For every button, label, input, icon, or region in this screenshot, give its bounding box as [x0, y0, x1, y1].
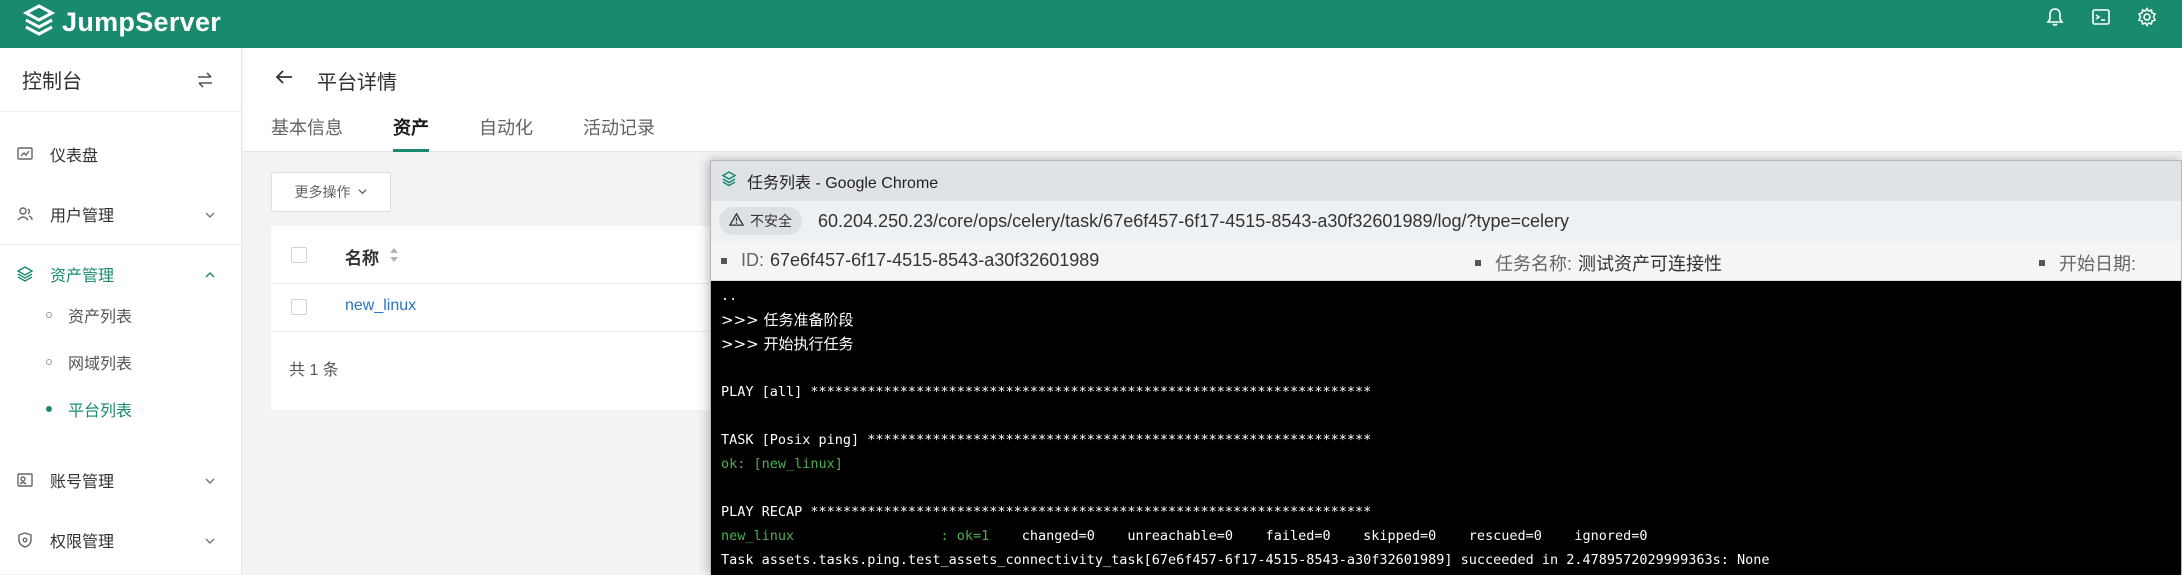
select-all-checkbox[interactable]	[291, 247, 307, 263]
log-line: Task assets.tasks.ping.test_assets_conne…	[721, 552, 1770, 568]
sidebar-subitem-label: 网域列表	[68, 356, 133, 373]
users-icon	[16, 205, 34, 223]
favicon-icon	[721, 170, 747, 192]
start-date-item: 开始日期:	[2039, 250, 2142, 276]
sort-icon[interactable]	[388, 246, 400, 264]
terminal-log: .. >>> 任务准备阶段 >>> 开始执行任务 PLAY [all] ****…	[711, 281, 2181, 575]
account-icon	[16, 471, 34, 489]
sidebar-item-label: 权限管理	[50, 534, 115, 551]
task-info-bar: ID: 67e6f457-6f17-4515-8543-a30f32601989…	[711, 241, 2181, 281]
address-bar: 不安全 60.204.250.23/core/ops/celery/task/6…	[711, 201, 2181, 241]
warning-icon	[728, 212, 745, 230]
recap-rest: changed=0 unreachable=0 failed=0 skipped…	[989, 528, 1648, 544]
layers-icon	[16, 265, 34, 283]
logo-icon	[22, 3, 56, 42]
bell-icon[interactable]	[2044, 6, 2066, 28]
terminal-icon[interactable]	[2090, 6, 2112, 28]
sidebar: 控制台 仪表盘 用户管理 资产管理 资产列表 网域列表 平台列表 账号管理 权限…	[0, 48, 242, 574]
asset-name-link[interactable]: new_linux	[345, 297, 416, 315]
chevron-up-icon	[204, 268, 216, 280]
page-header: 平台详情 基本信息 资产 自动化 活动记录	[243, 48, 2182, 152]
app-logo[interactable]: JumpServer	[22, 2, 221, 42]
task-id-value: 67e6f457-6f17-4515-8543-a30f32601989	[770, 250, 1100, 270]
sidebar-item-label: 资产管理	[50, 268, 115, 285]
tab-activity-log[interactable]: 活动记录	[583, 114, 655, 152]
task-name-value: 测试资产可连接性	[1578, 254, 1723, 274]
more-actions-label: 更多操作	[294, 184, 351, 200]
gear-icon[interactable]	[2136, 6, 2158, 28]
sidebar-subitem-label: 平台列表	[68, 403, 133, 420]
task-name-item: 任务名称: 测试资产可连接性	[1475, 250, 1722, 276]
column-header-name[interactable]: 名称	[345, 244, 379, 269]
bullet-icon	[46, 406, 52, 412]
chevron-down-icon	[204, 208, 216, 220]
bullet-square-icon	[721, 257, 727, 264]
window-titlebar[interactable]: 任务列表 - Google Chrome	[711, 161, 2181, 201]
log-line: ..	[721, 288, 738, 304]
task-id-label: ID:	[741, 250, 765, 270]
log-line: >>> 开始执行任务	[721, 335, 854, 353]
sidebar-item-accounts[interactable]: 账号管理	[0, 450, 242, 510]
page-title: 平台详情	[317, 72, 397, 94]
sidebar-item-label: 用户管理	[50, 208, 115, 225]
bullet-square-icon	[1475, 260, 1481, 266]
url-field[interactable]: 60.204.250.23/core/ops/celery/task/67e6f…	[818, 211, 1569, 232]
pagination-total: 共 1 条	[289, 362, 339, 379]
assets-table: 名称 new_linux 共 1 条	[271, 226, 731, 410]
log-line: PLAY [all] *****************************…	[721, 384, 1372, 400]
sidebar-header: 控制台	[0, 48, 241, 112]
sidebar-item-users[interactable]: 用户管理	[0, 184, 242, 244]
sidebar-title: 控制台	[22, 71, 82, 93]
row-checkbox[interactable]	[291, 299, 307, 315]
bullet-icon	[46, 359, 52, 365]
sidebar-item-permissions[interactable]: 权限管理	[0, 510, 242, 570]
tab-assets[interactable]: 资产	[393, 114, 429, 152]
tab-basic-info[interactable]: 基本信息	[271, 114, 343, 152]
app-name: JumpServer	[62, 6, 222, 37]
task-id-item: ID: 67e6f457-6f17-4515-8543-a30f32601989	[721, 250, 1099, 271]
tab-bar: 基本信息 资产 自动化 活动记录	[271, 114, 655, 152]
back-arrow-icon[interactable]	[273, 66, 295, 88]
window-title: 任务列表 - Google Chrome	[747, 175, 939, 192]
task-log-window: 任务列表 - Google Chrome 不安全 60.204.250.23/c…	[710, 160, 2182, 575]
sidebar-subitem-platform-list[interactable]: 平台列表	[0, 386, 242, 432]
dashboard-icon	[16, 145, 34, 163]
chevron-down-icon	[204, 474, 216, 486]
log-line: PLAY RECAP *****************************…	[721, 504, 1372, 520]
sidebar-item-dashboard[interactable]: 仪表盘	[0, 124, 242, 184]
table-header: 名称	[271, 226, 731, 284]
start-date-label: 开始日期:	[2059, 254, 2137, 274]
log-line-recap: new_linux : ok=1 changed=0 unreachable=0…	[721, 524, 2181, 548]
log-line: ok: [new_linux]	[721, 456, 843, 472]
switch-view-icon[interactable]	[195, 70, 215, 90]
security-label: 不安全	[750, 213, 792, 229]
sidebar-subitem-asset-list[interactable]: 资产列表	[0, 292, 242, 338]
table-row: new_linux	[271, 284, 731, 332]
recap-host: new_linux :	[721, 528, 957, 544]
bullet-square-icon	[2039, 260, 2045, 266]
log-line: TASK [Posix ping] **********************…	[721, 432, 1372, 448]
task-name-label: 任务名称:	[1495, 254, 1573, 274]
chevron-down-icon	[357, 184, 368, 200]
sidebar-subitem-domain-list[interactable]: 网域列表	[0, 339, 242, 385]
chevron-down-icon	[204, 534, 216, 546]
more-actions-button[interactable]: 更多操作	[271, 172, 391, 212]
sidebar-item-label: 账号管理	[50, 474, 115, 491]
log-line: >>> 任务准备阶段	[721, 311, 854, 329]
sidebar-subitem-label: 资产列表	[68, 309, 133, 326]
top-navbar: JumpServer	[0, 0, 2182, 48]
recap-ok: ok=1	[956, 528, 990, 544]
shield-icon	[16, 531, 34, 549]
bullet-icon	[46, 312, 52, 318]
security-indicator[interactable]: 不安全	[719, 207, 802, 235]
tab-automation[interactable]: 自动化	[479, 114, 533, 152]
sidebar-item-label: 仪表盘	[50, 148, 99, 165]
